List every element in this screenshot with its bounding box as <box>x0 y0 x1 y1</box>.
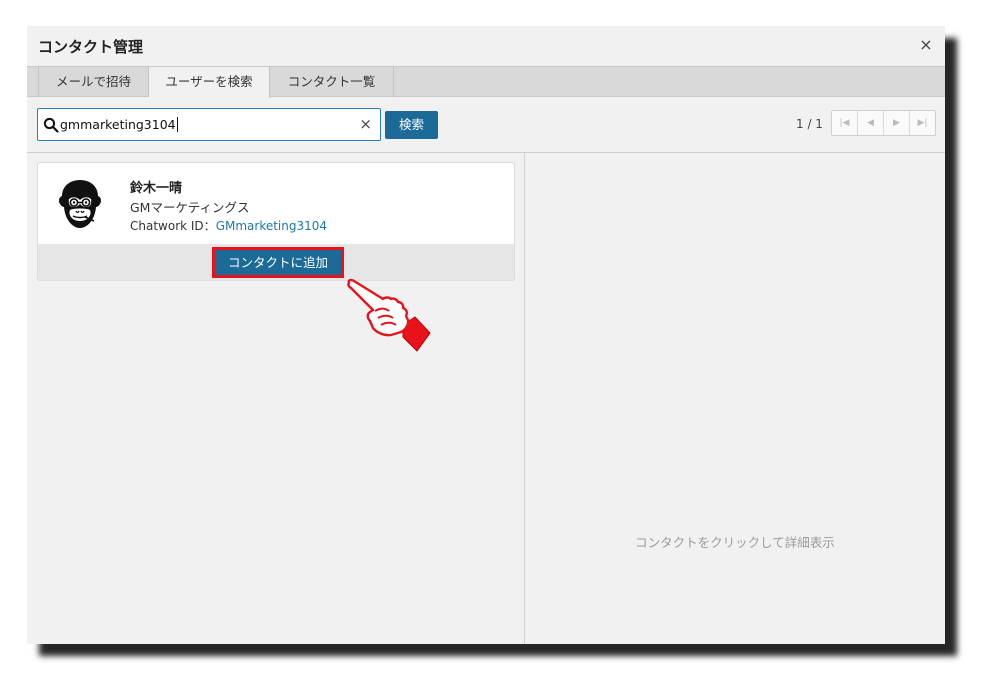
search-input-value[interactable]: gmmarketing3104 <box>60 117 178 132</box>
search-input[interactable]: gmmarketing3104 × <box>37 108 381 141</box>
avatar <box>58 180 102 228</box>
chatwork-id-link[interactable]: GMmarketing3104 <box>216 219 327 233</box>
dialog-title: コンタクト管理 <box>38 38 144 56</box>
user-name: 鈴木一晴 <box>130 181 183 196</box>
tab-invite-by-email[interactable]: メールで招待 <box>38 67 149 97</box>
clear-icon[interactable]: × <box>359 115 372 133</box>
search-row: gmmarketing3104 × 検索 1 / 1 |◀ ◀ ▶ ▶| <box>27 97 945 153</box>
tab-search-users[interactable]: ユーザーを検索 <box>149 67 270 98</box>
pointing-hand-icon <box>347 278 431 352</box>
tab-contact-list[interactable]: コンタクト一覧 <box>270 67 394 97</box>
pagination: |◀ ◀ ▶ ▶| <box>831 110 936 136</box>
user-result-card[interactable]: 鈴木一晴 GMマーケティングス Chatwork ID：GMmarketing3… <box>37 162 515 281</box>
contact-detail-pane: コンタクトをクリックして詳細表示 <box>525 153 945 644</box>
page-info: 1 / 1 <box>796 117 823 131</box>
card-footer: コンタクトに追加 <box>38 244 514 280</box>
detail-placeholder: コンタクトをクリックして詳細表示 <box>635 535 835 550</box>
close-icon[interactable]: × <box>917 36 935 54</box>
search-icon <box>43 117 59 133</box>
contact-management-dialog: コンタクト管理 × メールで招待 ユーザーを検索 コンタクト一覧 gmmarke… <box>27 26 945 644</box>
prev-page-icon[interactable]: ◀ <box>858 111 884 135</box>
dialog-titlebar: コンタクト管理 × <box>27 26 945 66</box>
next-page-icon[interactable]: ▶ <box>884 111 910 135</box>
search-results-pane: 鈴木一晴 GMマーケティングス Chatwork ID：GMmarketing3… <box>27 153 525 644</box>
user-company: GMマーケティングス <box>130 200 250 215</box>
tab-bar: メールで招待 ユーザーを検索 コンタクト一覧 <box>27 66 945 98</box>
last-page-icon[interactable]: ▶| <box>910 111 935 135</box>
search-button[interactable]: 検索 <box>385 111 438 139</box>
first-page-icon[interactable]: |◀ <box>832 111 858 135</box>
chatwork-id-label: Chatwork ID： <box>130 219 216 233</box>
add-contact-button[interactable]: コンタクトに追加 <box>212 247 344 278</box>
chatwork-id: Chatwork ID：GMmarketing3104 <box>130 217 327 234</box>
